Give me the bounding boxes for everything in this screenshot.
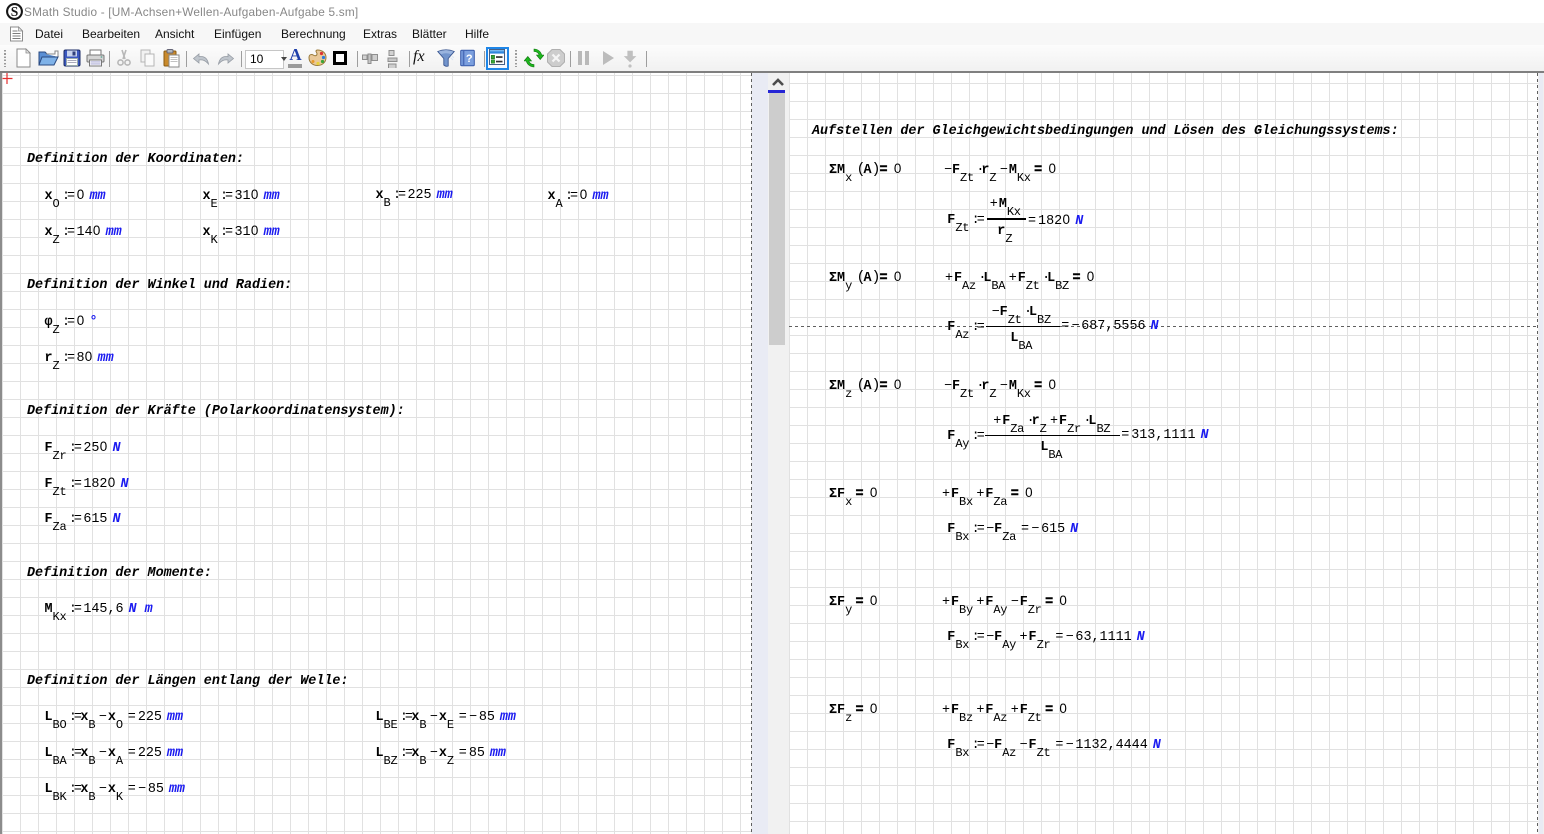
- svg-text:?: ?: [466, 53, 473, 65]
